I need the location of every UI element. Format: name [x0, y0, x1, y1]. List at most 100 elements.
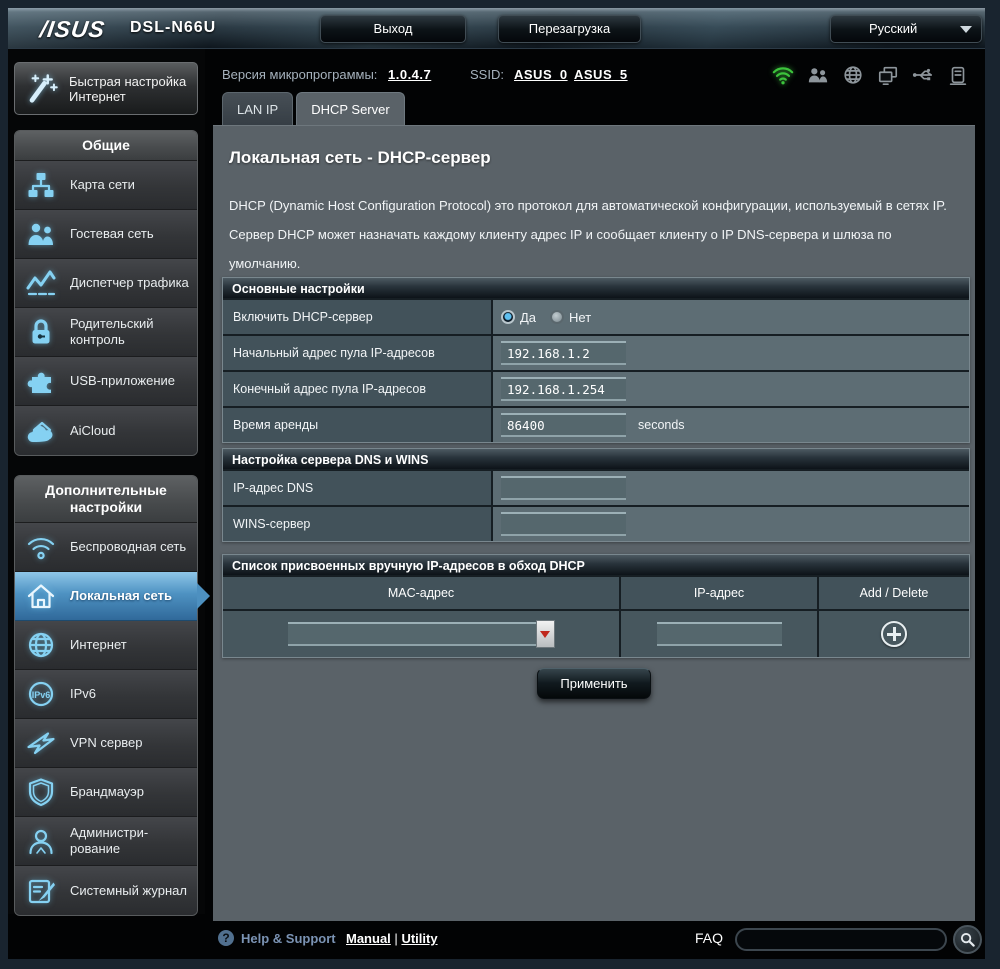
enable-dhcp-row: Включить DHCP-сервер Да Нет — [223, 300, 969, 336]
shield-icon — [24, 776, 58, 808]
sidebar-item-firewall[interactable]: Брандмауэр — [15, 768, 197, 817]
dropdown-arrow-icon — [540, 631, 550, 638]
help-support-label: Help & Support — [241, 931, 336, 946]
question-mark-icon: ? — [218, 930, 234, 946]
top-bar: /ISUS DSL-N66U Выход Перезагрузка Русски… — [8, 8, 985, 49]
ip-column-header: IP-адрес — [621, 577, 819, 609]
reboot-button[interactable]: Перезагрузка — [498, 15, 641, 43]
add-entry-button[interactable] — [881, 621, 907, 647]
general-section-header: Общие — [15, 131, 197, 161]
sidebar-item-wireless[interactable]: Беспроводная сеть — [15, 523, 197, 572]
pool-end-label: Конечный адрес пула IP-адресов — [223, 372, 493, 406]
ssid-1-link[interactable]: ASUS_0 — [514, 67, 568, 82]
add-delete-column-header: Add / Delete — [819, 577, 969, 609]
manual-entry-row — [223, 611, 969, 657]
ssid-label: SSID: — [470, 67, 504, 82]
house-icon — [24, 580, 58, 612]
sidebar-item-aicloud[interactable]: AiCloud — [15, 406, 197, 455]
sidebar-item-internet[interactable]: Интернет — [15, 621, 197, 670]
dns-ip-label: IP-адрес DNS — [223, 471, 493, 505]
sidebar-item-label: Системный журнал — [70, 883, 187, 899]
sidebar-item-ipv6[interactable]: IPv6 IPv6 — [15, 670, 197, 719]
pool-start-label: Начальный адрес пула IP-адресов — [223, 336, 493, 370]
logout-button[interactable]: Выход — [320, 15, 466, 43]
sidebar-item-label: USB-приложение — [70, 373, 175, 389]
sidebar-item-label: Администри-рование — [70, 825, 191, 857]
firmware-label: Версия микропрограммы: — [222, 67, 377, 82]
wins-server-input[interactable] — [501, 512, 626, 536]
help-support-link[interactable]: ? Help & Support — [218, 930, 336, 946]
clients-status-icon[interactable] — [807, 63, 829, 87]
utility-link[interactable]: Utility — [401, 931, 437, 946]
dns-wins-header: Настройка сервера DNS и WINS — [223, 449, 969, 471]
pool-start-row: Начальный адрес пула IP-адресов — [223, 336, 969, 372]
radio-no[interactable]: Нет — [550, 310, 591, 325]
lease-time-unit: seconds — [638, 418, 685, 432]
enable-dhcp-radio-group: Да Нет — [501, 310, 591, 325]
link-separator: | — [394, 931, 397, 946]
ssid-2-link[interactable]: ASUS_5 — [574, 67, 628, 82]
radio-yes[interactable]: Да — [501, 310, 536, 325]
tab-lan-ip[interactable]: LAN IP — [222, 92, 293, 125]
modem-status-icon[interactable] — [947, 63, 969, 87]
administrator-person-icon — [24, 825, 58, 857]
pool-start-input[interactable] — [501, 341, 626, 365]
usb-status-icon[interactable] — [912, 63, 934, 87]
lease-time-input[interactable] — [501, 413, 626, 437]
sidebar-item-vpn-server[interactable]: VPN сервер — [15, 719, 197, 768]
description-text: DHCP (Dynamic Host Configuration Protoco… — [229, 198, 947, 271]
tab-dhcp-server[interactable]: DHCP Server — [296, 92, 405, 125]
dns-ip-input[interactable] — [501, 476, 626, 500]
apply-button[interactable]: Применить — [537, 668, 651, 699]
internet-status-icon[interactable] — [842, 63, 864, 87]
info-bar: Версия микропрограммы: 1.0.4.7 SSID: ASU… — [222, 63, 977, 93]
sidebar-item-lan[interactable]: Локальная сеть — [15, 572, 197, 621]
sidebar-item-parental-control[interactable]: Родительский контроль — [15, 308, 197, 357]
vpn-icon — [24, 727, 58, 759]
sidebar-item-label: IPv6 — [70, 686, 96, 702]
wins-server-label: WINS-сервер — [223, 507, 493, 541]
manual-assignment-header: Список присвоенных вручную IP-адресов в … — [223, 555, 969, 577]
sidebar-item-label: AiCloud — [70, 423, 116, 439]
sidebar-item-label: Интернет — [70, 637, 127, 653]
dns-wins-section: Настройка сервера DNS и WINS IP-адрес DN… — [222, 448, 970, 542]
lease-time-label: Время аренды — [223, 408, 493, 442]
sidebar-item-usb-application[interactable]: USB-приложение — [15, 357, 197, 406]
radio-yes-label: Да — [520, 310, 536, 325]
firmware-version-link[interactable]: 1.0.4.7 — [388, 67, 431, 82]
manual-link[interactable]: Manual — [346, 931, 391, 946]
basic-config-header: Основные настройки — [223, 278, 969, 300]
sidebar-item-traffic-manager[interactable]: Диспетчер трафика — [15, 259, 197, 308]
sidebar-item-network-map[interactable]: Карта сети — [15, 161, 197, 210]
puzzle-piece-icon — [24, 365, 58, 397]
magnifier-icon — [960, 932, 975, 947]
sidebar-item-label: Гостевая сеть — [70, 226, 154, 242]
sidebar-item-system-log[interactable]: Системный журнал — [15, 866, 197, 915]
faq-search-button[interactable] — [953, 925, 982, 954]
mac-address-input[interactable] — [288, 622, 536, 646]
quick-internet-setup-label: Быстрая настройка Интернет — [69, 74, 197, 104]
sidebar-item-label: Карта сети — [70, 177, 135, 193]
faq-label: FAQ — [695, 930, 723, 946]
ipv6-globe-icon: IPv6 — [24, 678, 58, 710]
wifi-status-icon[interactable] — [772, 63, 794, 87]
sidebar-item-administration[interactable]: Администри-рование — [15, 817, 197, 866]
page-title: Локальная сеть - DHCP-сервер — [229, 148, 491, 168]
guest-network-icon — [24, 218, 58, 250]
sidebar-advanced-group: Дополнительные настройки Беспроводная се… — [14, 475, 198, 916]
manual-ip-input[interactable] — [657, 622, 782, 646]
model-name: DSL-N66U — [130, 19, 216, 37]
footer-links: Manual | Utility — [346, 931, 438, 946]
network-devices-status-icon[interactable] — [877, 63, 899, 87]
faq-search-input[interactable] — [735, 928, 947, 951]
dns-ip-row: IP-адрес DNS — [223, 471, 969, 507]
pool-end-input[interactable] — [501, 377, 626, 401]
mac-address-combo — [288, 620, 555, 648]
sidebar-item-guest-network[interactable]: Гостевая сеть — [15, 210, 197, 259]
sidebar-item-label: Брандмауэр — [70, 784, 144, 800]
language-selector[interactable]: Русский — [830, 15, 982, 43]
footer-bar: ? Help & Support Manual | Utility FAQ — [8, 921, 985, 959]
enable-dhcp-label: Включить DHCP-сервер — [223, 300, 493, 334]
quick-internet-setup-button[interactable]: Быстрая настройка Интернет — [14, 62, 198, 115]
mac-dropdown-button[interactable] — [536, 620, 555, 648]
